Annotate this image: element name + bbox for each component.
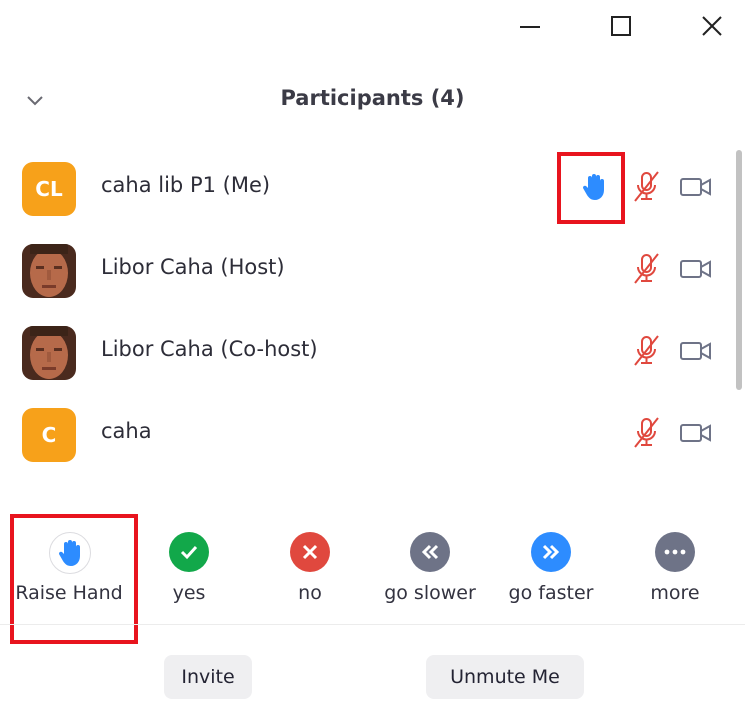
check-icon	[180, 545, 198, 560]
participant-name: Libor Caha (Co-host)	[101, 337, 318, 361]
avatar-photo	[22, 244, 76, 298]
maximize-icon	[611, 16, 631, 36]
reaction-label: no	[298, 582, 322, 604]
participant-name: caha	[101, 419, 152, 443]
yes-button[interactable]: yes	[129, 518, 249, 618]
reaction-label: more	[650, 582, 700, 604]
go-faster-circle	[531, 532, 571, 572]
participant-name: caha lib P1 (Me)	[101, 173, 271, 197]
fast-forward-icon	[542, 544, 560, 560]
x-icon	[302, 544, 318, 560]
list-scrollbar[interactable]	[736, 150, 742, 390]
participants-header: Participants (4)	[0, 78, 745, 124]
mic-muted-status[interactable]	[626, 413, 666, 453]
participant-row[interactable]: Libor Caha (Co-host)	[0, 309, 740, 391]
go-slower-circle	[410, 532, 450, 572]
video-off-status[interactable]	[676, 413, 716, 453]
close-icon	[702, 16, 722, 36]
participant-row[interactable]: C caha	[0, 391, 740, 473]
reaction-label: go faster	[508, 582, 594, 604]
mic-muted-icon	[634, 335, 659, 366]
video-camera-icon	[680, 424, 711, 442]
no-circle	[290, 532, 330, 572]
video-camera-icon	[680, 178, 711, 196]
mic-muted-icon	[634, 171, 659, 202]
invite-button[interactable]: Invite	[164, 655, 252, 699]
video-camera-icon	[680, 260, 711, 278]
minimize-icon	[520, 26, 540, 28]
maximize-button[interactable]	[599, 8, 643, 44]
avatar-initials: C	[41, 423, 57, 447]
divider	[0, 624, 745, 625]
reaction-label: go slower	[384, 582, 476, 604]
video-off-status[interactable]	[676, 249, 716, 289]
minimize-button[interactable]	[508, 8, 552, 44]
hand-icon	[58, 540, 80, 566]
avatar-initials: CL	[35, 177, 63, 201]
more-icon	[664, 549, 686, 555]
go-faster-button[interactable]: go faster	[491, 518, 611, 618]
mic-muted-status[interactable]	[626, 167, 666, 207]
raised-hand-indicator[interactable]	[574, 167, 614, 207]
video-off-status[interactable]	[676, 331, 716, 371]
participant-row[interactable]: CL caha lib P1 (Me)	[0, 145, 740, 227]
panel-title: Participants (4)	[280, 86, 465, 110]
raise-hand-button[interactable]: Raise Hand	[9, 518, 129, 618]
go-slower-button[interactable]: go slower	[370, 518, 490, 618]
raise-hand-circle	[49, 532, 91, 574]
hand-icon	[582, 174, 604, 200]
more-circle	[655, 532, 695, 572]
mic-muted-icon	[634, 253, 659, 284]
yes-circle	[169, 532, 209, 572]
rewind-icon	[421, 544, 439, 560]
more-button[interactable]: more	[615, 518, 735, 618]
mic-muted-status[interactable]	[626, 331, 666, 371]
unmute-me-button[interactable]: Unmute Me	[426, 655, 584, 699]
reaction-label: yes	[172, 582, 206, 604]
avatar: CL	[22, 162, 76, 216]
avatar: C	[22, 408, 76, 462]
reaction-label: Raise Hand	[15, 582, 123, 604]
video-off-status[interactable]	[676, 167, 716, 207]
avatar-photo	[22, 326, 76, 380]
no-button[interactable]: no	[250, 518, 370, 618]
reactions-bar: Raise Hand yes no go slower go faster mo…	[0, 518, 745, 618]
participant-row[interactable]: Libor Caha (Host)	[0, 227, 740, 309]
mic-muted-status[interactable]	[626, 249, 666, 289]
video-camera-icon	[680, 342, 711, 360]
close-button[interactable]	[690, 8, 734, 44]
mic-muted-icon	[634, 417, 659, 448]
participant-name: Libor Caha (Host)	[101, 255, 285, 279]
